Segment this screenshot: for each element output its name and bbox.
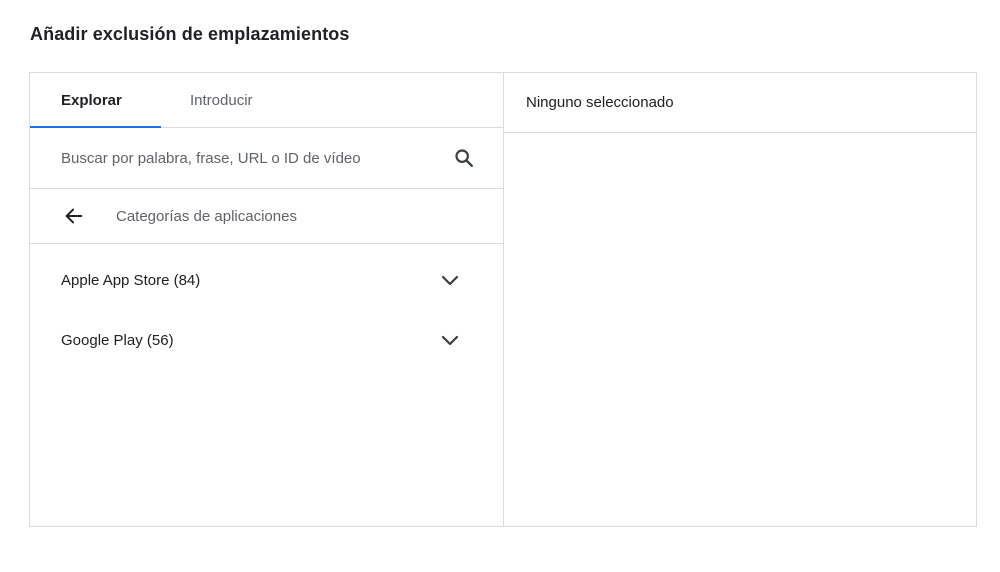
category-label: Google Play (56) [61, 331, 174, 349]
tab-explore[interactable]: Explorar [30, 73, 161, 128]
category-item-apple-app-store[interactable]: Apple App Store (84) [30, 250, 503, 310]
page-title: Añadir exclusión de emplazamientos [30, 24, 350, 44]
tab-enter[interactable]: Introducir [161, 73, 253, 127]
breadcrumb-label: Categorías de aplicaciones [116, 207, 297, 225]
search-input[interactable] [61, 149, 431, 167]
category-list: Apple App Store (84) Google Play (56) [30, 244, 503, 370]
selected-header: Ninguno seleccionado [504, 73, 976, 133]
chevron-down-icon[interactable] [438, 268, 462, 292]
chevron-down-icon[interactable] [438, 328, 462, 352]
placement-exclusion-panel: Explorar Introducir Categorías de aplica… [29, 72, 977, 527]
selected-header-label: Ninguno seleccionado [526, 94, 674, 111]
search-icon[interactable] [453, 147, 475, 169]
arrow-back-icon[interactable] [63, 205, 85, 227]
tab-bar: Explorar Introducir [30, 73, 503, 128]
browse-pane: Explorar Introducir Categorías de aplica… [30, 73, 504, 526]
category-item-google-play[interactable]: Google Play (56) [30, 310, 503, 370]
search-row [30, 128, 503, 189]
breadcrumb: Categorías de aplicaciones [30, 189, 503, 244]
selected-pane: Ninguno seleccionado [504, 73, 976, 526]
category-label: Apple App Store (84) [61, 271, 201, 289]
